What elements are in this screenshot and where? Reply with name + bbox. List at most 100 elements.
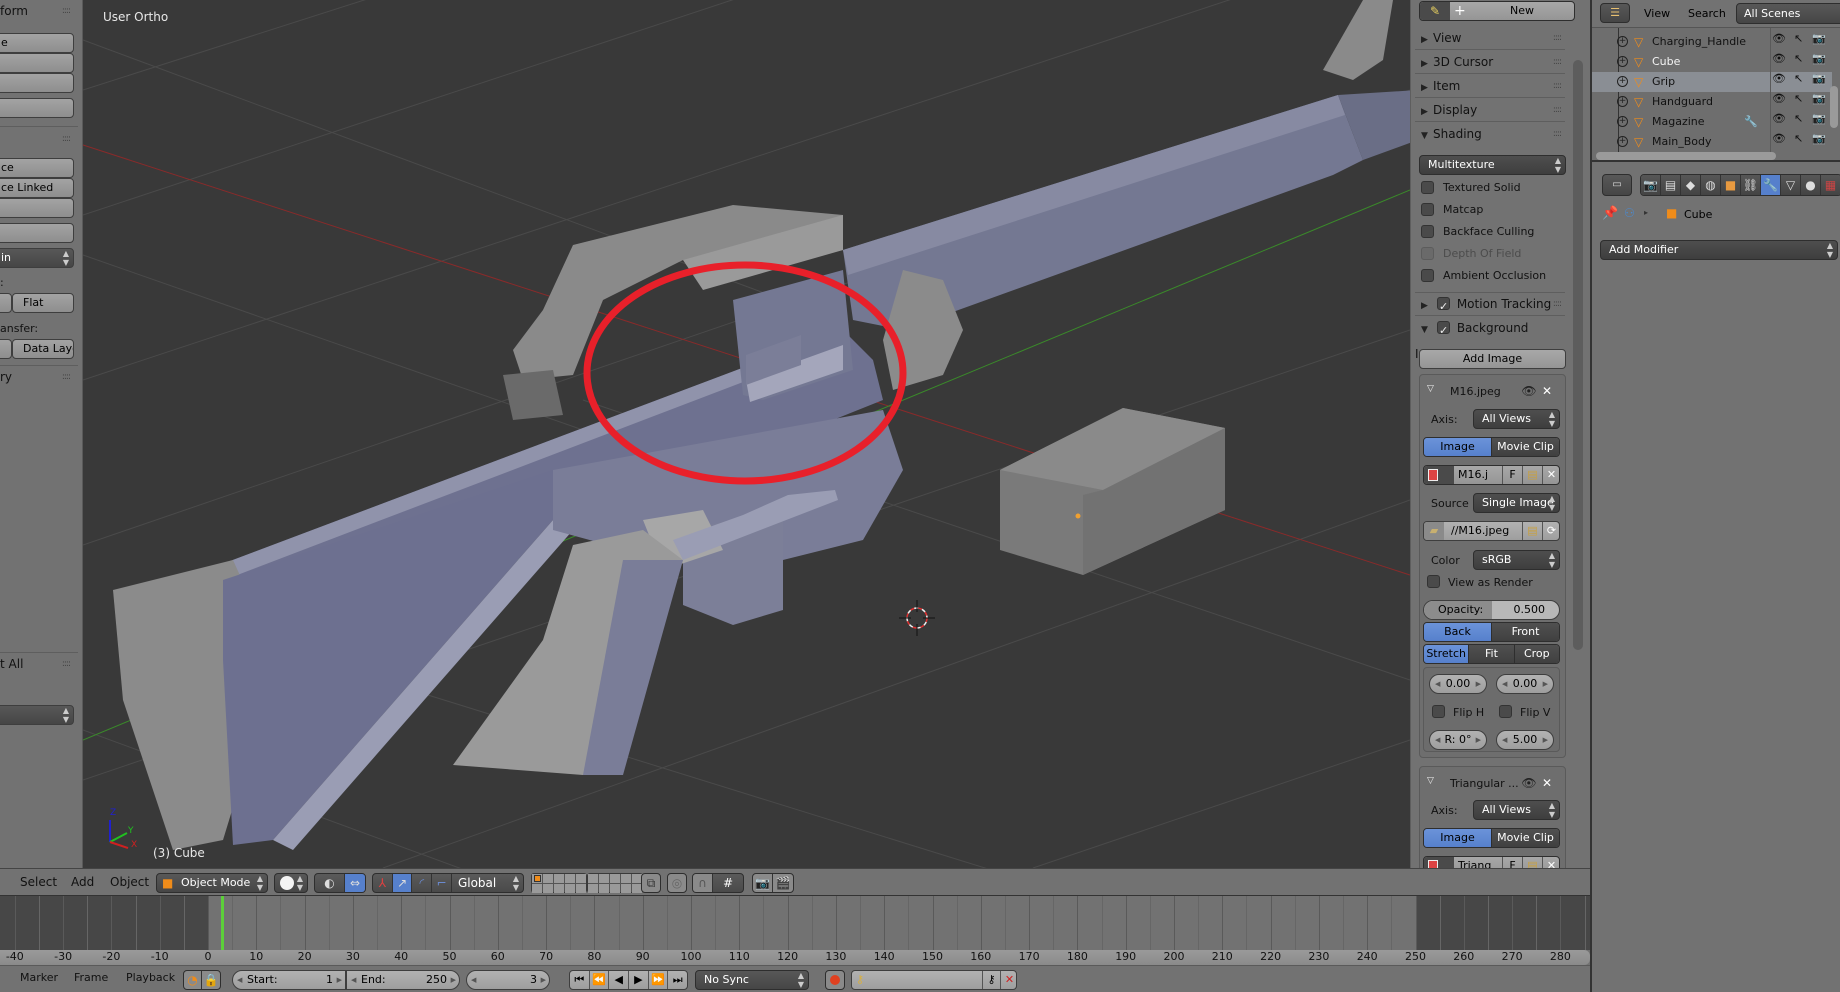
- eye-icon[interactable]: 👁: [1772, 52, 1786, 65]
- scene-tab-icon[interactable]: ◆: [1681, 175, 1701, 195]
- fake-user-button[interactable]: F: [1502, 466, 1522, 484]
- insert-keyframe-icon[interactable]: ⚷: [982, 971, 1000, 989]
- tool-button[interactable]: [0, 223, 74, 243]
- cursor-icon[interactable]: ↖: [1794, 132, 1803, 145]
- manipulator-toggle-icon[interactable]: ⅄: [373, 874, 393, 892]
- section-3d-cursor[interactable]: ▶ 3D Cursor::::: [1415, 50, 1565, 74]
- panel-header-select-all[interactable]: t All ::::: [0, 653, 78, 675]
- play-icon[interactable]: ▶: [629, 971, 649, 989]
- stretch-tab[interactable]: Stretch: [1424, 645, 1470, 663]
- depth-toggle[interactable]: Back Front: [1423, 622, 1560, 642]
- flat-button[interactable]: Flat: [12, 293, 74, 313]
- snap-element-icon[interactable]: #: [713, 874, 743, 892]
- tool-button[interactable]: ce Linked: [0, 178, 74, 198]
- cube-object[interactable]: [1000, 408, 1225, 575]
- frame-method-toggle[interactable]: Stretch Fit Crop: [1423, 644, 1560, 664]
- sync-mode-dropdown[interactable]: No Sync ▲ ▼: [695, 970, 809, 990]
- operator-dropdown[interactable]: ▲ ▼: [0, 705, 74, 725]
- unlink-icon[interactable]: ✕: [1542, 466, 1559, 484]
- offset-y-field[interactable]: ◀ 0.00 ▶: [1496, 674, 1554, 694]
- constraints-tab-icon[interactable]: ⛓: [1741, 175, 1761, 195]
- section-item[interactable]: ▶ Item::::: [1415, 74, 1565, 98]
- tool-dropdown[interactable]: in ▲ ▼: [0, 248, 74, 268]
- section-view[interactable]: ▶ View::::: [1415, 26, 1565, 50]
- jump-keyframe-back-icon[interactable]: ⏪: [590, 971, 610, 989]
- pivot-point-icon[interactable]: ◐: [315, 874, 345, 892]
- image-tab[interactable]: Image: [1424, 438, 1492, 456]
- editor-type-icon[interactable]: ☰: [1600, 3, 1630, 23]
- section-background-images[interactable]: ▼ Background Images: [1415, 316, 1575, 361]
- rotation-field[interactable]: ◀ R: 0° ▶: [1429, 730, 1487, 750]
- cursor-icon[interactable]: ↖: [1794, 72, 1803, 85]
- source-type-toggle[interactable]: Image Movie Clip: [1423, 828, 1560, 848]
- menu-playback[interactable]: Playback: [126, 971, 175, 984]
- manipulate-center-icon[interactable]: ⇔: [345, 874, 365, 892]
- add-image-button[interactable]: Add Image: [1419, 349, 1566, 369]
- cursor-icon[interactable]: ↖: [1794, 92, 1803, 105]
- menu-search[interactable]: Search: [1688, 7, 1726, 20]
- open-folder-icon[interactable]: ▤: [1522, 466, 1542, 484]
- collapse-icon[interactable]: ▽: [1427, 384, 1434, 394]
- shading-mode-dropdown[interactable]: Multitexture ▲ ▼: [1419, 155, 1566, 175]
- crop-tab[interactable]: Crop: [1514, 645, 1559, 663]
- background-images-checkbox[interactable]: [1437, 319, 1450, 343]
- color-space-dropdown[interactable]: sRGB ▲ ▼: [1473, 550, 1560, 570]
- tool-button[interactable]: [0, 98, 74, 118]
- jump-end-icon[interactable]: ⏭: [668, 971, 687, 989]
- filepath-value[interactable]: //M16.jpeg: [1451, 522, 1509, 540]
- data-tab-icon[interactable]: ▽: [1781, 175, 1801, 195]
- menu-object[interactable]: Object: [110, 875, 149, 889]
- eye-icon[interactable]: 👁: [1772, 92, 1786, 105]
- fit-tab[interactable]: Fit: [1469, 645, 1515, 663]
- start-frame-field[interactable]: ◀ Start: 1 ▶: [232, 970, 346, 990]
- source-dropdown[interactable]: Single Image ▲ ▼: [1473, 493, 1560, 513]
- unlink-icon[interactable]: ✕: [1542, 857, 1559, 868]
- lock-camera-layers-icon[interactable]: ⧉: [642, 874, 660, 892]
- texture-tab-icon[interactable]: ▦: [1821, 175, 1840, 195]
- proportional-edit-icon[interactable]: ◎: [668, 874, 686, 892]
- source-type-toggle[interactable]: Image Movie Clip: [1423, 437, 1560, 457]
- expand-icon[interactable]: +: [1617, 76, 1628, 87]
- open-folder-icon[interactable]: ▤: [1522, 857, 1542, 868]
- ambient-occlusion-checkbox[interactable]: [1421, 269, 1434, 282]
- render-icon[interactable]: 📷: [1812, 132, 1826, 145]
- section-shading[interactable]: ▼ Shading::::: [1415, 122, 1565, 146]
- mode-dropdown[interactable]: ■ Object Mode ▲ ▼: [156, 873, 268, 893]
- drag-grip-icon[interactable]: ::::: [1553, 74, 1562, 98]
- add-modifier-dropdown[interactable]: Add Modifier ▲ ▼: [1600, 240, 1838, 260]
- menu-marker[interactable]: Marker: [20, 971, 58, 984]
- menu-add[interactable]: Add: [71, 875, 94, 889]
- filepath-field[interactable]: ▰ //M16.jpeg ▤ ⟳: [1423, 521, 1560, 541]
- section-display[interactable]: ▶ Display::::: [1415, 98, 1565, 122]
- sidebar-scrollbar[interactable]: [1573, 60, 1583, 650]
- render-icon[interactable]: 📷: [1812, 52, 1826, 65]
- outliner-vscrollbar[interactable]: [1830, 86, 1838, 128]
- image-datablock[interactable]: Triang F ▤ ✕: [1423, 856, 1560, 868]
- image-browse-icon[interactable]: [1424, 466, 1454, 484]
- flip-h-checkbox[interactable]: [1432, 705, 1445, 718]
- render-icon[interactable]: 📷: [1812, 72, 1826, 85]
- eye-icon[interactable]: 👁: [1772, 72, 1786, 85]
- menu-frame[interactable]: Frame: [74, 971, 108, 984]
- snap-magnet-icon[interactable]: ∩: [693, 874, 713, 892]
- collapse-icon[interactable]: ▽: [1427, 776, 1434, 786]
- tool-button[interactable]: [0, 73, 74, 93]
- axis-dropdown[interactable]: All Views ▲ ▼: [1473, 800, 1560, 820]
- axis-dropdown[interactable]: All Views ▲ ▼: [1473, 409, 1560, 429]
- size-field[interactable]: ◀ 5.00 ▶: [1496, 730, 1554, 750]
- tool-button[interactable]: e: [0, 33, 74, 53]
- eye-icon[interactable]: 👁: [1521, 382, 1537, 400]
- tool-button[interactable]: ce: [0, 158, 74, 178]
- current-frame-field[interactable]: ◀ 3 ▶: [466, 970, 550, 990]
- expand-icon[interactable]: +: [1617, 116, 1628, 127]
- render-tab-icon[interactable]: 📷: [1641, 175, 1661, 195]
- rifle-model[interactable]: [113, 0, 1410, 850]
- object-tab-icon[interactable]: ■: [1721, 175, 1741, 195]
- editor-type-icon[interactable]: ▭: [1602, 174, 1632, 196]
- section-motion-tracking[interactable]: ▶ Motion Tracking ::::: [1415, 292, 1565, 319]
- menu-select[interactable]: Select: [20, 875, 57, 889]
- display-mode-dropdown[interactable]: All Scenes: [1736, 3, 1840, 24]
- tool-button[interactable]: [0, 198, 74, 218]
- image-tab[interactable]: Image: [1424, 829, 1492, 847]
- pin-icon[interactable]: 📌: [1602, 206, 1618, 221]
